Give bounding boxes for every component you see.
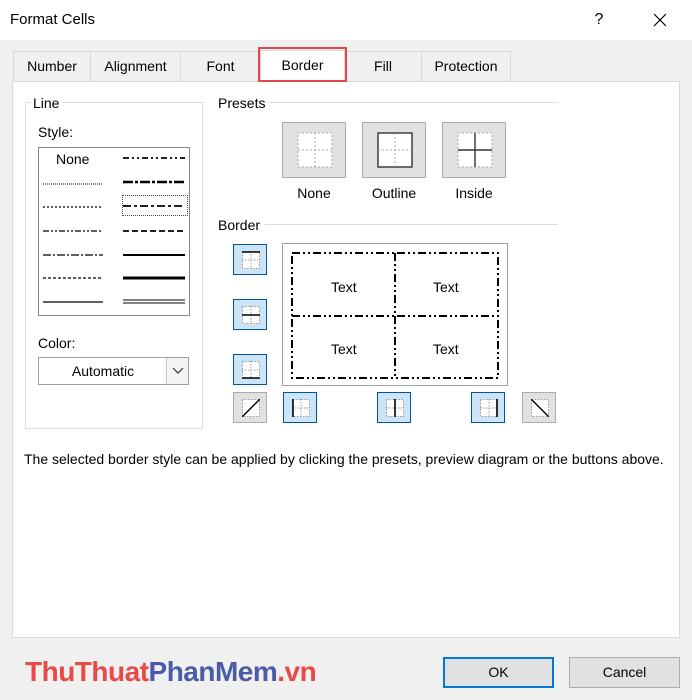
border-top-button[interactable] [233,244,267,275]
preview-cell-text: Text [331,341,357,357]
presets-group-label: Presets [218,95,266,111]
style-label: Style: [38,124,74,140]
border-diagonal-down-button[interactable] [522,392,556,423]
preset-none-label: None [297,185,331,201]
border-top-icon [242,251,260,269]
border-preview[interactable] [282,243,508,386]
dialog-title: Format Cells [10,11,96,28]
watermark-logo: ThuThuatPhanMem.vn [25,656,317,687]
title-bar: Format Cells ? [0,0,692,40]
preset-none-icon [297,132,333,168]
help-button[interactable]: ? [584,6,614,34]
color-dropdown[interactable]: Automatic [38,357,189,385]
border-inside-horizontal-icon [242,306,260,324]
preset-inside-icon [457,132,493,168]
tab-border[interactable]: Border [260,50,345,82]
preset-outline-label: Outline [371,185,417,201]
tab-alignment[interactable]: Alignment [90,51,181,81]
preview-cell-text: Text [433,279,459,295]
close-icon [653,13,667,27]
close-button[interactable] [645,6,675,34]
line-group-divider [25,102,31,103]
border-bottom-button[interactable] [233,354,267,385]
tab-fill[interactable]: Fill [344,51,422,81]
border-group-label: Border [218,217,261,233]
border-inside-vertical-button[interactable] [377,392,411,423]
preset-outline-icon [377,132,413,168]
preset-inside-button[interactable] [442,122,506,178]
border-bottom-icon [242,361,260,379]
preset-outline-button[interactable] [362,122,426,178]
border-diagonal-up-icon [242,399,260,417]
border-inside-horizontal-button[interactable] [233,299,267,330]
presets-divider [268,102,558,103]
preset-inside-label: Inside [455,185,493,201]
border-inside-vertical-icon [386,399,404,417]
tab-number[interactable]: Number [13,51,91,81]
border-right-icon [480,399,498,417]
line-style-selected [122,195,188,216]
color-dropdown-arrow[interactable] [166,358,188,384]
ok-button[interactable]: OK [443,657,554,688]
color-dropdown-value: Automatic [71,363,135,379]
border-right-button[interactable] [471,392,505,423]
color-label: Color: [38,335,76,351]
border-left-icon [292,399,310,417]
line-group-label: Line [33,95,60,111]
help-icon: ? [594,11,604,28]
chevron-down-icon [172,367,184,374]
border-preview-lines [291,252,499,379]
preview-cell-text: Text [433,341,459,357]
border-diagonal-up-button[interactable] [233,392,267,423]
border-divider [265,224,558,225]
line-style-options[interactable] [38,147,190,316]
cancel-button[interactable]: Cancel [569,657,680,688]
line-group-divider [63,102,203,103]
tab-font[interactable]: Font [180,51,261,81]
border-diagonal-down-icon [531,399,549,417]
preset-none-button[interactable] [282,122,346,178]
hint-text: The selected border style can be applied… [24,451,664,467]
preview-cell-text: Text [331,279,357,295]
tab-protection[interactable]: Protection [421,51,511,81]
border-left-button[interactable] [283,392,317,423]
